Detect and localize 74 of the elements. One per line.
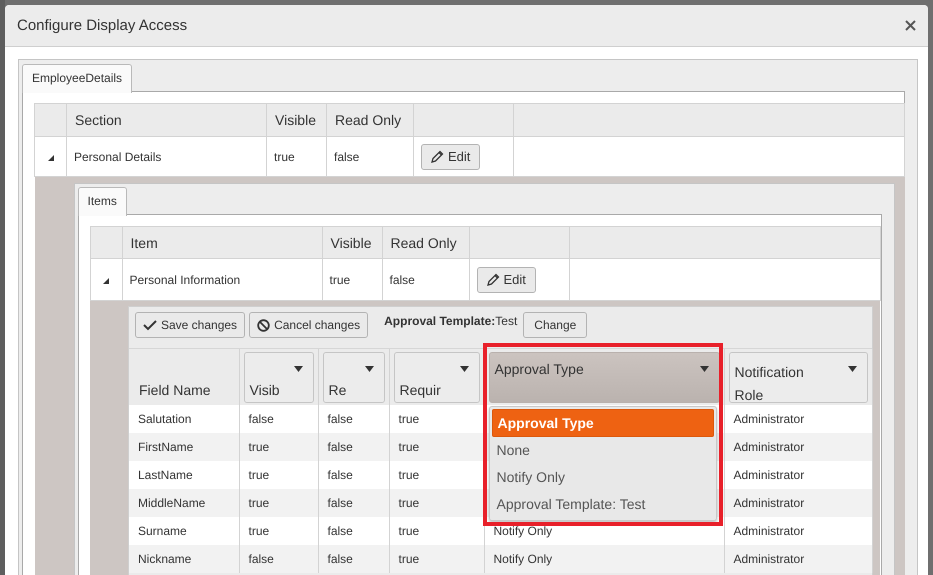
table-cell: true [330, 272, 350, 286]
pencil-icon [486, 273, 500, 286]
cancel-button[interactable]: Cancel changes [249, 312, 368, 338]
table-cell: true [398, 412, 420, 426]
column-header: Visible [330, 234, 372, 250]
table-cell: Administrator [734, 412, 804, 426]
column-filter-header[interactable]: Approval Type [488, 352, 720, 403]
table-cell: false [328, 412, 353, 426]
tab[interactable]: EmployeeDetails [22, 64, 132, 93]
table-cell: true [398, 552, 420, 566]
table-cell: Salutation [138, 412, 192, 426]
dropdown-option[interactable]: Notify Only [492, 464, 714, 491]
table-cell: false [328, 552, 353, 566]
table-cell: false [248, 412, 274, 426]
table-cell: Personal Details [74, 150, 162, 164]
table-cell: false [248, 552, 274, 566]
table-cell: Administrator [734, 552, 804, 566]
table-cell: true [274, 150, 295, 164]
table-cell: true [248, 524, 270, 538]
pencil-icon [431, 150, 444, 163]
table-cell: MiddleName [138, 496, 206, 510]
table-cell: true [248, 496, 270, 510]
dropdown-option[interactable]: Approval Template: Test [492, 491, 714, 518]
table-cell: Administrator [734, 468, 804, 482]
table-cell: Personal Information [130, 272, 240, 286]
cancel-icon [257, 318, 270, 332]
column-filter-header[interactable]: Re [322, 352, 384, 403]
table-cell: false [328, 468, 353, 482]
column-filter-header[interactable]: Visib [244, 352, 314, 403]
expand-toggle-icon[interactable] [103, 278, 109, 284]
caret-icon [460, 366, 468, 372]
caret-icon [294, 366, 302, 372]
save-button[interactable]: Save changes [135, 312, 246, 338]
table-cell: Surname [138, 524, 187, 538]
caret-icon [700, 366, 708, 372]
table-cell: false [328, 524, 353, 538]
table-cell: Notify Only [494, 552, 552, 566]
column-header: Read Only [390, 234, 457, 250]
table-cell: false [328, 440, 353, 454]
table-cell: FirstName [138, 440, 194, 454]
approval-template-label: Approval Template:Test [384, 314, 518, 328]
table-cell: true [398, 468, 420, 482]
column-filter-header[interactable]: Notification Role [728, 352, 868, 403]
column-header: Section [75, 112, 122, 128]
column-header: Read Only [335, 112, 402, 128]
window-title: Configure Display Access [17, 17, 188, 34]
table-cell: false [390, 272, 415, 286]
column-header: Field Name [139, 382, 212, 398]
caret-icon [364, 366, 374, 372]
expand-toggle-icon[interactable] [48, 154, 54, 160]
edit-button[interactable]: Edit [421, 144, 480, 170]
column-filter-header[interactable]: Requir [394, 352, 480, 403]
check-icon [143, 319, 157, 331]
table-cell: true [398, 440, 420, 454]
change-button[interactable]: Change [523, 312, 588, 338]
table-cell: true [398, 496, 420, 510]
table-cell: true [398, 524, 420, 538]
table-cell: Administrator [734, 496, 804, 510]
table-cell: true [248, 468, 270, 482]
column-header: Item [130, 234, 158, 250]
table-cell: Administrator [734, 524, 804, 538]
table-cell: Notify Only [494, 524, 552, 538]
table-cell: true [248, 440, 270, 454]
edit-button[interactable]: Edit [476, 266, 536, 292]
table-cell: false [334, 150, 360, 164]
column-header: Visible [275, 112, 316, 128]
caret-icon [848, 366, 856, 372]
close-icon[interactable] [905, 20, 916, 31]
dropdown-option[interactable]: None [492, 437, 714, 464]
table-cell: false [328, 496, 353, 510]
table-cell: Nickname [138, 552, 192, 566]
table-cell: Administrator [734, 440, 804, 454]
table-cell: LastName [138, 468, 193, 482]
tab[interactable]: Items [78, 187, 127, 216]
